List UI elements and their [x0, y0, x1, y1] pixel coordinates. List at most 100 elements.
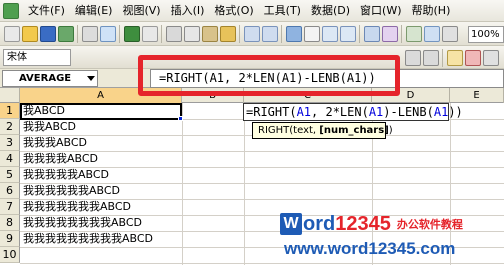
cut-icon[interactable]: [166, 26, 182, 42]
cell-reference: A1: [296, 105, 312, 119]
tooltip-current-arg[interactable]: [num_chars]: [319, 125, 388, 136]
gridline: [244, 103, 245, 265]
formula-input[interactable]: =RIGHT(A1, 2*LEN(A1)-LENB(A1)): [150, 69, 504, 88]
menu-insert[interactable]: 插入(I): [166, 0, 210, 22]
function-tooltip: RIGHT(text, [num_chars]): [252, 122, 393, 139]
row-header-10[interactable]: 10: [0, 247, 20, 263]
menu-bar: 文件(F) 编辑(E) 视图(V) 插入(I) 格式(O) 工具(T) 数据(D…: [0, 0, 504, 22]
row-header-4[interactable]: 4: [0, 151, 20, 167]
formula-fragment: )-LENB(: [383, 105, 434, 119]
zoom-icon[interactable]: [406, 26, 422, 42]
menu-edit[interactable]: 编辑(E): [70, 0, 118, 22]
formatting-toolbar: 宋体: [0, 46, 504, 69]
toolbar-options-icon[interactable]: [442, 26, 458, 42]
row-header-8[interactable]: 8: [0, 215, 20, 231]
cell-edit-box[interactable]: =RIGHT(A1, 2*LEN(A1)-LENB(A1)): [243, 103, 463, 121]
redo-icon[interactable]: [262, 26, 278, 42]
excel-app-icon[interactable]: [3, 2, 19, 19]
logo-tagline: 办公软件教程: [396, 218, 463, 231]
permission-icon[interactable]: [58, 26, 74, 42]
cell-a7[interactable]: 我我我我我我我ABCD: [21, 199, 181, 215]
formula-fragment: =RIGHT(: [246, 105, 297, 119]
row-header-5[interactable]: 5: [0, 167, 20, 183]
cell-a8[interactable]: 我我我我我我我我ABCD: [21, 215, 181, 231]
open-icon[interactable]: [22, 26, 38, 42]
logo-w-mark: W: [280, 213, 302, 235]
cell-a9[interactable]: 我我我我我我我我我ABCD: [21, 231, 181, 247]
font-color-icon[interactable]: [465, 50, 481, 66]
drawing-icon[interactable]: [382, 26, 398, 42]
research-icon[interactable]: [142, 26, 158, 42]
column-headers: A B C D E: [0, 88, 504, 103]
toolbar-separator: [161, 25, 162, 43]
cell-a10[interactable]: [21, 247, 181, 263]
menu-tools[interactable]: 工具(T): [259, 0, 306, 22]
column-header-b[interactable]: B: [182, 88, 244, 103]
format-painter-icon[interactable]: [220, 26, 236, 42]
column-header-c[interactable]: C: [244, 88, 372, 103]
help-icon[interactable]: [424, 26, 440, 42]
gridline: [182, 103, 183, 265]
hyperlink-icon[interactable]: [286, 26, 302, 42]
fill-handle[interactable]: [178, 116, 183, 121]
undo-icon[interactable]: [244, 26, 260, 42]
menu-help[interactable]: 帮助(H): [407, 0, 456, 22]
row-header-9[interactable]: 9: [0, 231, 20, 247]
borders-icon[interactable]: [483, 50, 499, 66]
copy-icon[interactable]: [184, 26, 200, 42]
row-header-1[interactable]: 1: [0, 103, 20, 119]
toolbar-separator: [359, 25, 360, 43]
autosum-icon[interactable]: [304, 26, 320, 42]
row-header-7[interactable]: 7: [0, 199, 20, 215]
fill-color-icon[interactable]: [447, 50, 463, 66]
menu-view[interactable]: 视图(V): [117, 0, 165, 22]
cell-a6[interactable]: 我我我我我我ABCD: [21, 183, 181, 199]
cell-a3[interactable]: 我我我ABCD: [21, 135, 181, 151]
menu-window[interactable]: 窗口(W): [355, 0, 406, 22]
column-header-d[interactable]: D: [372, 88, 450, 103]
watermark: Word 12345 办公软件教程 www.word12345.com: [280, 212, 504, 265]
paste-icon[interactable]: [202, 26, 218, 42]
chevron-down-icon[interactable]: [87, 76, 95, 81]
zoom-select[interactable]: 100%: [468, 26, 504, 43]
sort-ascending-icon[interactable]: [322, 26, 338, 42]
cell-reference: A1: [433, 105, 449, 119]
menu-file[interactable]: 文件(F): [23, 0, 70, 22]
new-icon[interactable]: [4, 26, 20, 42]
chart-wizard-icon[interactable]: [364, 26, 380, 42]
spelling-icon[interactable]: [124, 26, 140, 42]
save-icon[interactable]: [40, 26, 56, 42]
toolbar-separator: [442, 49, 443, 67]
decrease-decimal-icon[interactable]: [405, 50, 421, 66]
column-header-a[interactable]: A: [20, 88, 182, 103]
font-name-select[interactable]: 宋体: [3, 49, 71, 66]
name-box-value: AVERAGE: [19, 73, 72, 84]
cell-a2[interactable]: 我我ABCD: [21, 119, 181, 135]
sort-descending-icon[interactable]: [340, 26, 356, 42]
formula-bar: AVERAGE =RIGHT(A1, 2*LEN(A1)-LENB(A1)): [0, 69, 504, 88]
print-icon[interactable]: [82, 26, 98, 42]
column-header-e[interactable]: E: [450, 88, 504, 103]
select-all-corner[interactable]: [0, 88, 20, 103]
row-header-6[interactable]: 6: [0, 183, 20, 199]
cell-a1[interactable]: 我ABCD: [21, 103, 181, 119]
tooltip-close-paren: ): [388, 125, 393, 136]
toolbar-separator: [119, 25, 120, 43]
toolbar-separator: [239, 25, 240, 43]
row-header-3[interactable]: 3: [0, 135, 20, 151]
logo-word-text: ord: [303, 212, 336, 235]
row-header-2[interactable]: 2: [0, 119, 20, 135]
cell-a4[interactable]: 我我我我ABCD: [21, 151, 181, 167]
print-preview-icon[interactable]: [100, 26, 116, 42]
watermark-url: www.word12345.com: [284, 239, 456, 258]
standard-toolbar: 100%: [0, 22, 504, 46]
menu-data[interactable]: 数据(D): [306, 0, 355, 22]
logo-number-text: 12345: [335, 212, 391, 235]
watermark-logo: Word 12345 办公软件教程: [280, 212, 463, 236]
increase-indent-icon[interactable]: [423, 50, 439, 66]
menu-format[interactable]: 格式(O): [209, 0, 258, 22]
name-box[interactable]: AVERAGE: [2, 70, 98, 87]
tooltip-signature: RIGHT(text,: [258, 125, 320, 136]
cell-a5[interactable]: 我我我我我ABCD: [21, 167, 181, 183]
formula-fragment: )): [448, 105, 463, 119]
